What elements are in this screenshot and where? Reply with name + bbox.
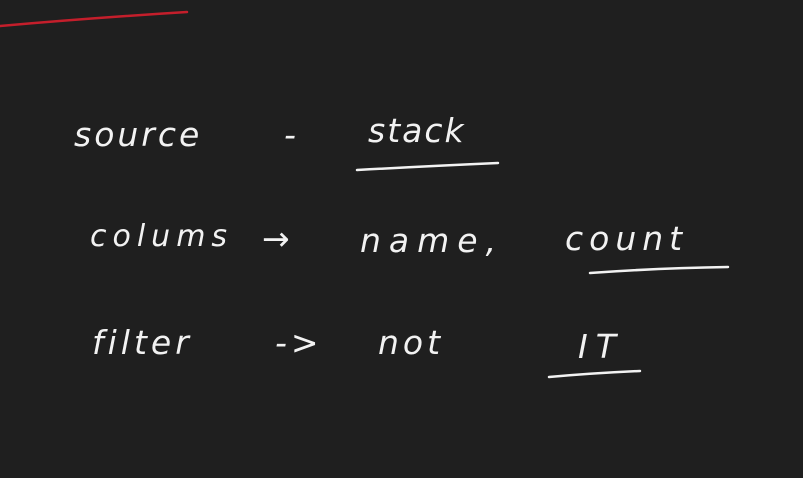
line2-label: colums [90, 219, 234, 254]
line3-label: filter [92, 323, 193, 362]
underline-it [547, 369, 642, 379]
underline-stack [355, 161, 500, 172]
line2-value-name: name, [360, 221, 505, 260]
line2-value-count: count [565, 219, 689, 258]
line1-value: stack [368, 111, 466, 150]
line2-arrow: → [262, 219, 294, 258]
red-accent-stroke [0, 10, 189, 28]
line3-value-it: IT [578, 327, 624, 366]
line1-label: source [74, 115, 203, 154]
underline-count [588, 265, 730, 275]
line3-value-not: not [378, 323, 445, 362]
line3-arrow: -> [275, 323, 323, 362]
line1-separator: - [284, 115, 300, 154]
whiteboard-canvas[interactable]: source - stack colums → name, count filt… [0, 0, 803, 478]
